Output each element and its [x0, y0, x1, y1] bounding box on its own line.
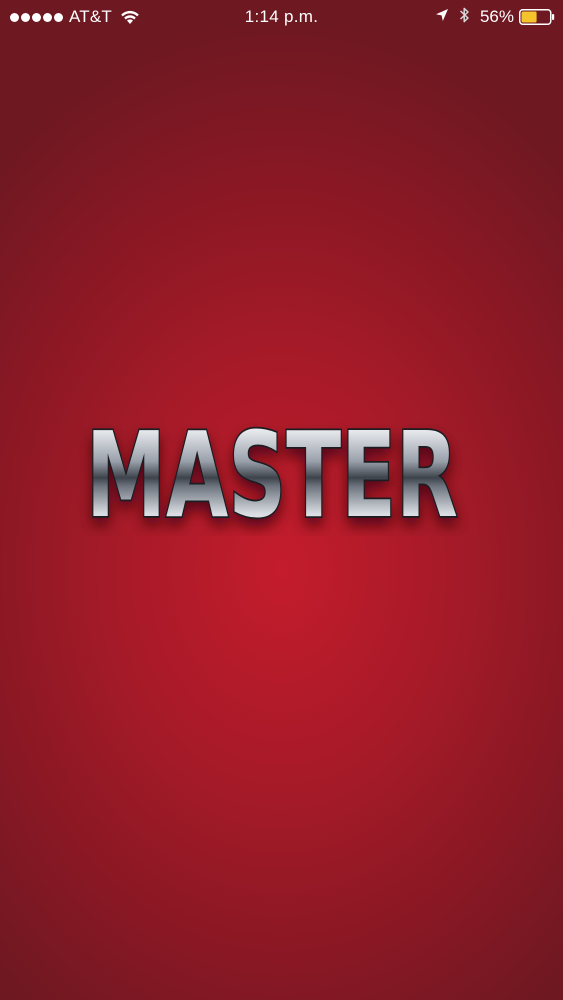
master-logo: MASTER [0, 396, 563, 536]
status-right: 56% [435, 6, 555, 28]
battery-icon [519, 9, 555, 25]
location-arrow-icon [435, 7, 449, 27]
logo-text: MASTER [86, 406, 458, 536]
splash-screen: AT&T 1:14 p.m. 56% MASTER [0, 0, 563, 1000]
status-bar: AT&T 1:14 p.m. 56% [0, 0, 563, 34]
battery-percent: 56% [479, 7, 514, 26]
master-logo-art: MASTER [84, 404, 460, 536]
bluetooth-icon [459, 6, 470, 29]
